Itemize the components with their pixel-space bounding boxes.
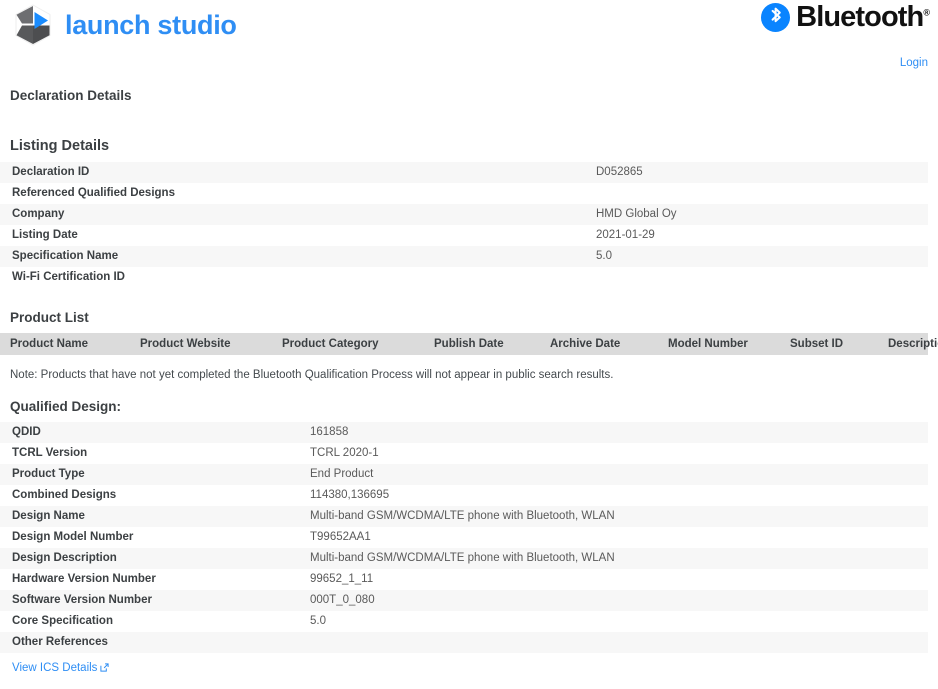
row-value <box>590 183 928 204</box>
row-label: Listing Date <box>0 225 590 246</box>
row-value: TCRL 2020-1 <box>304 443 928 464</box>
ics-details-row: View ICS Details <box>12 662 938 675</box>
table-row: Design Name Multi-band GSM/WCDMA/LTE pho… <box>0 506 928 527</box>
table-row: Design Model Number T99652AA1 <box>0 527 928 548</box>
row-value: 114380,136695 <box>304 485 928 506</box>
table-row: Product Type End Product <box>0 464 928 485</box>
row-value <box>590 267 928 288</box>
row-label: Product Type <box>0 464 304 485</box>
column-header-description[interactable]: Description <box>878 333 928 355</box>
table-row: Company HMD Global Oy <box>0 204 928 225</box>
table-row: Core Specification 5.0 <box>0 611 928 632</box>
qualified-design-table: QDID 161858 TCRL Version TCRL 2020-1 Pro… <box>0 422 928 653</box>
row-label: Design Model Number <box>0 527 304 548</box>
table-row: Referenced Qualified Designs <box>0 183 928 204</box>
view-ics-details-label: View ICS Details <box>12 662 97 674</box>
launch-studio-brand[interactable]: launch studio <box>10 2 237 48</box>
listing-details-title: Listing Details <box>10 138 938 154</box>
row-label: Software Version Number <box>0 590 304 611</box>
table-row: Design Description Multi-band GSM/WCDMA/… <box>0 548 928 569</box>
product-list-note: Note: Products that have not yet complet… <box>10 369 938 381</box>
row-value: 161858 <box>304 422 928 443</box>
table-row: Software Version Number 000T_0_080 <box>0 590 928 611</box>
bluetooth-wordmark-text: Bluetooth <box>796 1 923 33</box>
row-value: Multi-band GSM/WCDMA/LTE phone with Blue… <box>304 548 928 569</box>
row-label: Combined Designs <box>0 485 304 506</box>
qualified-design-body: QDID 161858 TCRL Version TCRL 2020-1 Pro… <box>0 422 928 653</box>
external-link-icon <box>100 663 109 675</box>
page-header: launch studio Bluetooth® <box>0 0 938 56</box>
row-value: HMD Global Oy <box>590 204 928 225</box>
row-label: Wi-Fi Certification ID <box>0 267 590 288</box>
row-label: Other References <box>0 632 304 653</box>
view-ics-details-link[interactable]: View ICS Details <box>12 662 109 674</box>
row-value: 5.0 <box>590 246 928 267</box>
row-label: Referenced Qualified Designs <box>0 183 590 204</box>
row-value: T99652AA1 <box>304 527 928 548</box>
row-value: 99652_1_11 <box>304 569 928 590</box>
declaration-details-page: launch studio Bluetooth® Login Declarati… <box>0 0 938 689</box>
table-row: Specification Name 5.0 <box>0 246 928 267</box>
column-header-archive-date[interactable]: Archive Date <box>540 333 658 355</box>
table-row: Declaration ID D052865 <box>0 162 928 183</box>
column-header-publish-date[interactable]: Publish Date <box>424 333 540 355</box>
product-list-title: Product List <box>10 310 938 325</box>
login-link[interactable]: Login <box>900 57 928 69</box>
row-value: End Product <box>304 464 928 485</box>
table-row: Listing Date 2021-01-29 <box>0 225 928 246</box>
row-value: Multi-band GSM/WCDMA/LTE phone with Blue… <box>304 506 928 527</box>
row-value: 000T_0_080 <box>304 590 928 611</box>
row-label: Design Name <box>0 506 304 527</box>
cube-play-logo-icon <box>10 2 56 48</box>
row-label: QDID <box>0 422 304 443</box>
column-header-product-category[interactable]: Product Category <box>272 333 424 355</box>
row-value: D052865 <box>590 162 928 183</box>
row-label: Declaration ID <box>0 162 590 183</box>
row-value: 5.0 <box>304 611 928 632</box>
page-content: Listing Details Declaration ID D052865 R… <box>0 138 938 675</box>
row-label: Company <box>0 204 590 225</box>
table-row: Hardware Version Number 99652_1_11 <box>0 569 928 590</box>
bluetooth-mark-icon <box>760 2 791 33</box>
column-header-product-name[interactable]: Product Name <box>0 333 130 355</box>
login-row: Login <box>900 57 928 69</box>
table-row: Combined Designs 114380,136695 <box>0 485 928 506</box>
table-row: Wi-Fi Certification ID <box>0 267 928 288</box>
page-title: Declaration Details <box>10 88 132 103</box>
row-label: Hardware Version Number <box>0 569 304 590</box>
column-header-product-website[interactable]: Product Website <box>130 333 272 355</box>
product-list-table: Product Name Product Website Product Cat… <box>0 333 928 355</box>
registered-trademark-symbol: ® <box>923 7 930 17</box>
table-row: TCRL Version TCRL 2020-1 <box>0 443 928 464</box>
row-label: TCRL Version <box>0 443 304 464</box>
column-header-subset-id[interactable]: Subset ID <box>780 333 878 355</box>
product-list-header-row: Product Name Product Website Product Cat… <box>0 333 928 355</box>
row-label: Design Description <box>0 548 304 569</box>
row-label: Specification Name <box>0 246 590 267</box>
bluetooth-logo: Bluetooth® <box>760 2 930 33</box>
table-row: Other References <box>0 632 928 653</box>
row-value <box>304 632 928 653</box>
bluetooth-wordmark: Bluetooth® <box>796 3 930 32</box>
listing-details-body: Declaration ID D052865 Referenced Qualif… <box>0 162 928 288</box>
product-list-header: Product Name Product Website Product Cat… <box>0 333 928 355</box>
row-value: 2021-01-29 <box>590 225 928 246</box>
table-row: QDID 161858 <box>0 422 928 443</box>
column-header-model-number[interactable]: Model Number <box>658 333 780 355</box>
row-label: Core Specification <box>0 611 304 632</box>
brand-name-text: launch studio <box>65 12 237 39</box>
listing-details-table: Declaration ID D052865 Referenced Qualif… <box>0 162 928 288</box>
qualified-design-title: Qualified Design: <box>10 399 938 414</box>
